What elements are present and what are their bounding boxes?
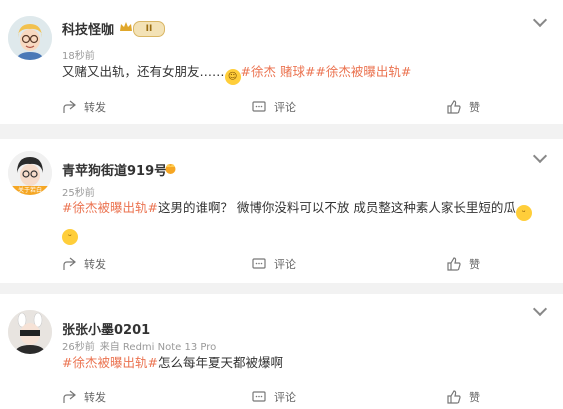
forward-icon bbox=[63, 257, 76, 270]
action-bar: 转发 评论 赞 bbox=[0, 96, 563, 118]
avatar[interactable] bbox=[8, 16, 52, 60]
comment-icon bbox=[252, 101, 266, 112]
forward-icon bbox=[63, 390, 76, 403]
forward-label: 转发 bbox=[84, 391, 106, 404]
like-icon bbox=[447, 257, 461, 271]
chevron-down-icon[interactable] bbox=[532, 301, 548, 317]
action-bar: 转发 评论 赞 bbox=[0, 386, 563, 408]
avatar-caption: 关于若白 bbox=[17, 187, 42, 194]
topic-tag[interactable]: #徐杰被曝出轨# bbox=[62, 200, 158, 215]
post-meta: 26秒前 来自 Redmi Note 13 Pro bbox=[62, 338, 216, 353]
action-bar: 转发 评论 赞 bbox=[0, 253, 563, 275]
post-card-2: 关于若白 青苹狗街道919号 25秒前 #徐杰被曝出轨#这男的谁啊？ 微博你没料… bbox=[0, 139, 563, 283]
post-content: 又赌又出轨，还有女朋友…… ☺ #徐杰 赌球##徐杰被曝出轨# bbox=[62, 61, 532, 85]
like-label: 赞 bbox=[469, 258, 480, 271]
comment-label: 评论 bbox=[274, 101, 296, 114]
username[interactable]: 张张小墨0201 bbox=[62, 319, 150, 338]
like-icon bbox=[447, 390, 461, 404]
laugh-emoji-icon: ☺ bbox=[224, 69, 241, 85]
like-icon bbox=[447, 100, 461, 114]
forward-label: 转发 bbox=[84, 258, 106, 271]
vip-badge-icon: II bbox=[133, 21, 165, 37]
comment-icon bbox=[252, 391, 266, 402]
post-content: #徐杰被曝出轨#这男的谁啊？ 微博你没料可以不放 成员整这种素人家长里短的瓜 ᵕ … bbox=[62, 197, 532, 245]
post-card-1: 科技怪咖 II 18秒前 又赌又出轨，还有女朋友…… ☺ #徐杰 赌球##徐杰被曝出… bbox=[0, 0, 563, 124]
content-text: 这男的谁啊？ 微博你没料可以不放 成员整这种素人家长里短的瓜 bbox=[157, 200, 516, 215]
chevron-down-icon[interactable] bbox=[532, 12, 548, 28]
content-text: 怎么每年夏天都被爆啊 bbox=[157, 355, 283, 370]
comment-button[interactable]: 评论 bbox=[252, 386, 296, 408]
smirk-emoji-icon: ᵕ bbox=[62, 229, 78, 245]
username[interactable]: 青苹狗街道919号 bbox=[62, 160, 167, 179]
comment-label: 评论 bbox=[274, 391, 296, 404]
avatar[interactable]: 关于若白 bbox=[8, 151, 52, 195]
post-card-3: 张张小墨0201 26秒前 来自 Redmi Note 13 Pro #徐杰被曝出… bbox=[0, 294, 563, 409]
forward-button[interactable]: 转发 bbox=[62, 96, 106, 118]
chevron-down-icon[interactable] bbox=[532, 148, 548, 164]
topic-tag[interactable]: #徐杰被曝出轨# bbox=[62, 355, 158, 370]
username[interactable]: 科技怪咖 bbox=[62, 19, 114, 38]
like-label: 赞 bbox=[469, 391, 480, 404]
comment-button[interactable]: 评论 bbox=[252, 253, 296, 275]
like-button[interactable]: 赞 bbox=[447, 253, 480, 275]
forward-button[interactable]: 转发 bbox=[62, 253, 106, 275]
like-button[interactable]: 赞 bbox=[447, 386, 480, 408]
smirk-emoji-icon: ᵕ bbox=[515, 205, 532, 221]
comment-icon bbox=[252, 258, 266, 269]
avatar[interactable] bbox=[8, 310, 52, 354]
topic-tag[interactable]: #徐杰 赌球##徐杰被曝出轨# bbox=[241, 64, 412, 79]
post-time[interactable]: 18秒前 bbox=[62, 47, 95, 62]
content-text: 又赌又出轨，还有女朋友…… bbox=[62, 64, 225, 79]
forward-label: 转发 bbox=[84, 101, 106, 114]
comment-button[interactable]: 评论 bbox=[252, 96, 296, 118]
like-label: 赞 bbox=[469, 101, 480, 114]
crown-icon bbox=[165, 164, 176, 174]
vip-crown-icon bbox=[120, 22, 132, 31]
forward-icon bbox=[63, 100, 76, 113]
like-button[interactable]: 赞 bbox=[447, 96, 480, 118]
comment-label: 评论 bbox=[274, 258, 296, 271]
forward-button[interactable]: 转发 bbox=[62, 386, 106, 408]
post-content: #徐杰被曝出轨#怎么每年夏天都被爆啊 bbox=[62, 352, 532, 374]
